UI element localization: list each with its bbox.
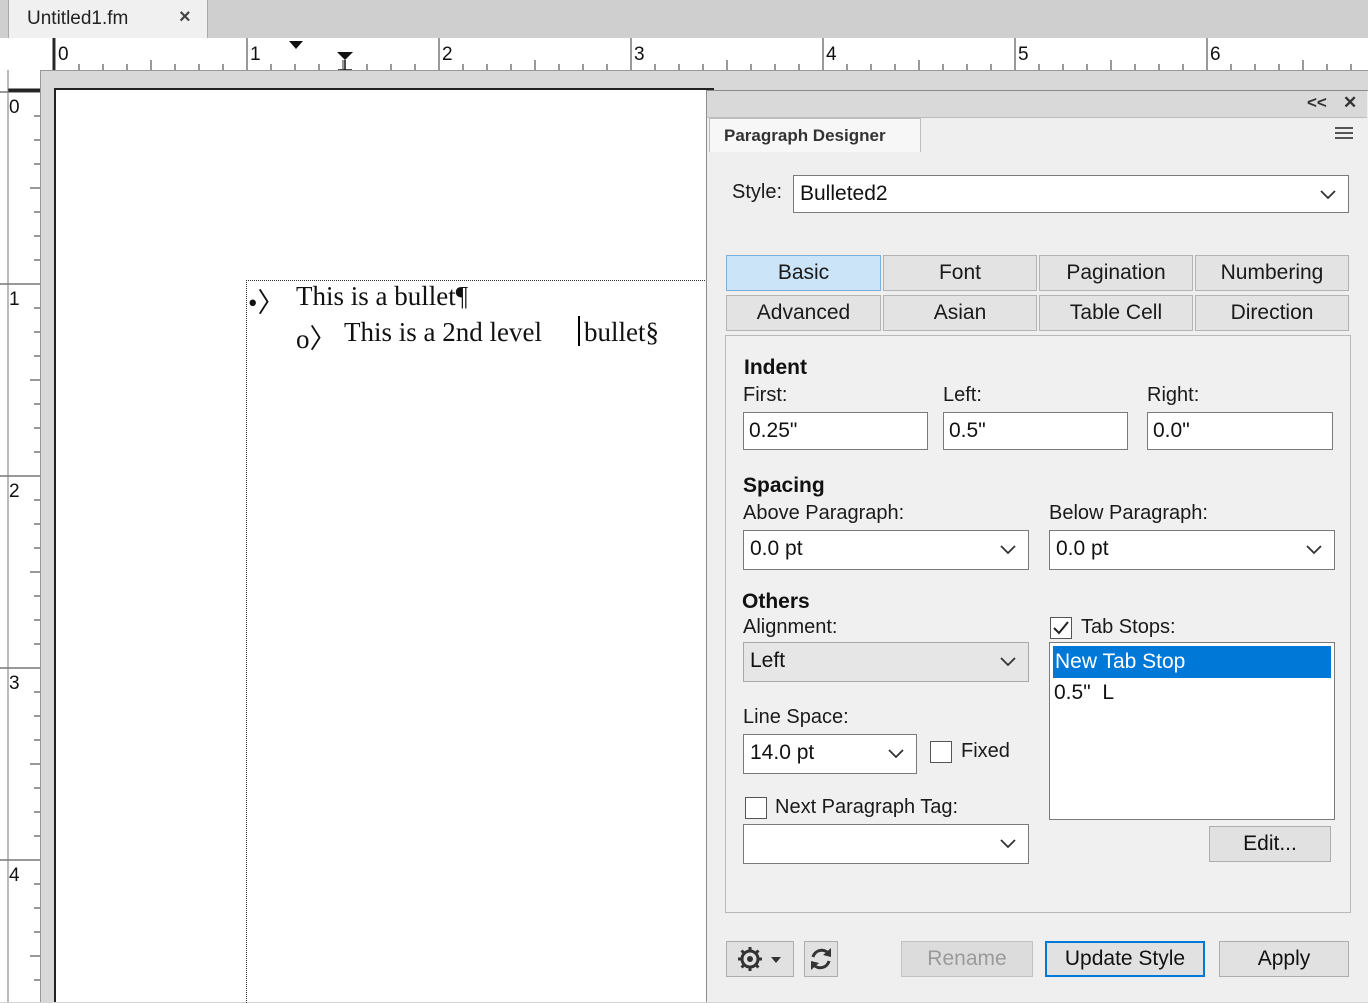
paragraph-designer-panel: << ✕ Paragraph Designer Style: Bulleted2… [706, 90, 1368, 1002]
indent-heading: Indent [744, 356, 807, 379]
chevron-down-icon [1320, 190, 1336, 200]
tab-table-cell[interactable]: Table Cell [1039, 295, 1193, 331]
chevron-down-icon [1306, 545, 1322, 555]
above-paragraph-dropdown[interactable]: 0.0 pt [743, 530, 1029, 570]
ruler-label: 5 [1018, 44, 1029, 65]
style-label: Style: [732, 181, 783, 203]
horizontal-ruler-ticks: 0 1 2 3 4 5 6 [52, 38, 1352, 70]
refresh-icon [811, 948, 831, 970]
tab-stops-label: Tab Stops: [1081, 616, 1176, 638]
update-style-button[interactable]: Update Style [1045, 941, 1205, 977]
ruler-label: 0 [58, 44, 69, 65]
vertical-ruler-ticks: 0 1 2 3 4 [0, 70, 40, 1002]
right-indent-value: 0.0" [1153, 419, 1190, 442]
document-tab-title: Untitled1.fm [27, 8, 129, 29]
ruler-label: 1 [9, 289, 20, 310]
above-paragraph-value: 0.0 pt [750, 537, 803, 560]
right-indent-label: Right: [1147, 384, 1200, 406]
left-indent-label: Left: [943, 384, 982, 406]
line-space-dropdown[interactable]: 14.0 pt [743, 734, 917, 774]
others-heading: Others [742, 590, 810, 613]
ruler-label: 2 [9, 481, 20, 502]
fixed-checkbox[interactable] [930, 741, 952, 763]
spacing-heading: Spacing [743, 474, 825, 497]
horizontal-ruler[interactable]: 0 1 2 3 4 5 6 [0, 38, 1368, 71]
alignment-value: Left [750, 649, 786, 672]
ruler-label: 6 [1210, 44, 1221, 65]
apply-button[interactable]: Apply [1219, 941, 1349, 977]
tab-basic[interactable]: Basic [726, 255, 881, 291]
line-space-label: Line Space: [743, 706, 849, 728]
gear-menu-button[interactable] [726, 941, 794, 977]
tab-pagination[interactable]: Pagination [1039, 255, 1193, 291]
tab-stops-list[interactable]: New Tab Stop 0.5" L [1049, 642, 1335, 820]
rename-button[interactable]: Rename [901, 941, 1033, 977]
fixed-label: Fixed [961, 740, 1010, 762]
panel-tab[interactable]: Paragraph Designer [709, 118, 921, 152]
bullet-text-2[interactable]: This is a 2nd level [344, 317, 542, 348]
ruler-label: 2 [442, 44, 453, 65]
next-paragraph-tag-label: Next Paragraph Tag: [775, 796, 959, 818]
left-indent-value: 0.5" [949, 419, 986, 442]
ruler-label: 0 [9, 97, 20, 118]
ruler-label: 3 [9, 673, 20, 694]
below-paragraph-label: Below Paragraph: [1049, 502, 1208, 524]
tab-stop-new: New Tab Stop [1055, 650, 1186, 673]
panel-title-bar: << ✕ [707, 91, 1367, 118]
checkmark-icon [1053, 621, 1069, 635]
next-paragraph-tag-dropdown[interactable] [743, 824, 1029, 864]
left-indent-field[interactable]: 0.5" [943, 412, 1128, 450]
below-paragraph-value: 0.0 pt [1056, 537, 1109, 560]
left-indent-marker [337, 52, 353, 60]
tab-stops-checkbox[interactable] [1050, 617, 1072, 639]
bullet-marker-1: •〉 [248, 288, 285, 318]
ruler-label: 4 [826, 44, 837, 65]
tab-font[interactable]: Font [883, 255, 1037, 291]
chevron-down-icon [1000, 839, 1016, 849]
panel-close-icon[interactable]: ✕ [1343, 93, 1357, 113]
panel-menu-icon[interactable] [1335, 127, 1353, 142]
refresh-button[interactable] [804, 941, 838, 977]
document-tab-bar: Untitled1.fm × [0, 0, 1368, 39]
close-icon[interactable]: × [179, 6, 191, 29]
document-tab[interactable]: Untitled1.fm × [8, 0, 208, 38]
above-paragraph-label: Above Paragraph: [743, 502, 905, 524]
first-indent-value: 0.25" [749, 419, 798, 442]
bullet-marker-2: o〉 [296, 324, 337, 354]
below-paragraph-dropdown[interactable]: 0.0 pt [1049, 530, 1335, 570]
ruler-label: 1 [250, 44, 261, 65]
tab-advanced[interactable]: Advanced [726, 295, 881, 331]
basic-properties-group: Indent First: Left: Right: 0.25" 0.5" 0.… [725, 335, 1351, 913]
chevron-down-icon [1000, 545, 1016, 555]
tab-asian[interactable]: Asian [883, 295, 1037, 331]
panel-tab-label: Paragraph Designer [724, 126, 886, 145]
next-paragraph-tag-checkbox[interactable] [745, 797, 767, 819]
tab-numbering[interactable]: Numbering [1195, 255, 1349, 291]
chevron-down-icon [888, 749, 904, 759]
list-item[interactable]: New Tab Stop [1053, 646, 1331, 678]
line-space-value: 14.0 pt [750, 741, 815, 764]
right-indent-field[interactable]: 0.0" [1147, 412, 1333, 450]
ruler-label: 3 [634, 44, 645, 65]
first-indent-marker [289, 41, 303, 49]
alignment-dropdown[interactable]: Left [743, 642, 1029, 682]
vertical-ruler[interactable]: 0 1 2 3 4 [0, 70, 41, 1002]
gear-icon [738, 947, 781, 971]
chevron-down-icon [1000, 657, 1016, 667]
tab-direction[interactable]: Direction [1195, 295, 1349, 331]
bullet-text-2-after-caret[interactable]: bullet§ [584, 317, 659, 348]
first-indent-field[interactable]: 0.25" [743, 412, 928, 450]
style-value: Bulleted2 [800, 182, 888, 205]
alignment-label: Alignment: [743, 616, 838, 638]
text-caret [578, 316, 580, 346]
list-item[interactable]: 0.5" L [1054, 681, 1114, 705]
edit-button[interactable]: Edit... [1209, 826, 1331, 862]
collapse-icon[interactable]: << [1307, 93, 1327, 113]
first-indent-label: First: [743, 384, 788, 406]
style-dropdown[interactable]: Bulleted2 [793, 175, 1349, 213]
text-frame[interactable] [246, 280, 717, 1003]
ruler-label: 4 [9, 865, 20, 886]
bullet-text-1[interactable]: This is a bullet¶ [296, 281, 468, 312]
